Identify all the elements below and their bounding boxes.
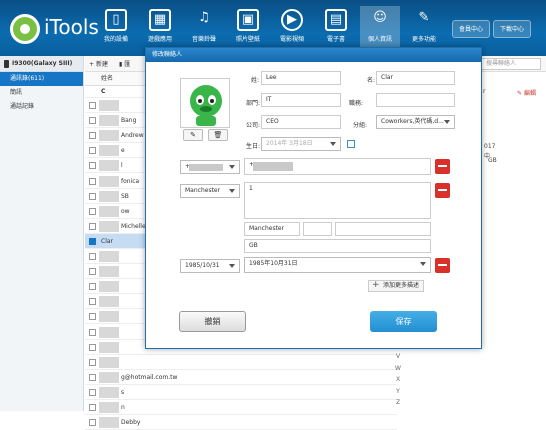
contact-name: l [121,162,123,170]
row-checkbox[interactable] [89,358,96,366]
music-note-icon: ♫ [198,10,210,25]
address-type-select[interactable]: Manchester [180,184,240,198]
edit-button[interactable]: ✎ 編輯 [517,88,536,97]
birthday-picker[interactable]: 2014年 3月18日 [261,137,341,151]
row-checkbox[interactable] [89,177,96,185]
contact-name: e [121,147,125,155]
apps-grid-icon: ▦ [149,9,171,31]
edit-avatar-icon[interactable]: ✎ [183,129,203,141]
edit-contact-dialog: 修改聯絡人 ✎ 🗑 姓: Lee 名: Clar 部門: IT 職務: 公司: … [145,47,482,349]
sidebar: I9300(Galaxy SIII) 通訊錄(611) 簡訊 通話記錄 [0,56,84,411]
contact-name: Clar [101,237,113,245]
device-name[interactable]: I9300(Galaxy SIII) [0,56,83,72]
phone-icon: ▯ [105,9,127,31]
row-checkbox[interactable] [89,328,96,336]
dialog-title: 修改聯絡人 [146,48,481,62]
brand-name: iTools [44,15,99,39]
contact-name: Andrew [121,132,144,140]
contact-row[interactable] [85,355,397,370]
date-value-picker[interactable]: 1985年10月31日 [244,257,431,273]
image-icon: ▣ [237,9,259,31]
address-street-field[interactable]: 1 [244,182,431,219]
sidebar-item-contacts[interactable]: 通訊錄(611) [0,72,83,86]
search-input[interactable]: 搜尋聯絡人 [481,58,541,70]
contact-avatar[interactable] [180,78,230,128]
contact-name: n [121,404,125,411]
address-region-field[interactable] [303,222,332,236]
contact-row[interactable]: Debby [85,415,397,430]
row-checkbox[interactable] [89,388,96,396]
row-checkbox[interactable] [89,298,96,306]
contact-name: Debby [121,419,141,427]
row-checkbox[interactable] [89,102,96,109]
birthday-checkbox[interactable] [347,140,355,148]
contact-row[interactable]: n [85,400,397,415]
row-checkbox[interactable] [89,117,96,125]
row-checkbox[interactable] [89,222,96,230]
address-postcode-field[interactable] [335,222,431,236]
row-checkbox[interactable] [89,373,96,381]
contact-name: s [121,388,125,396]
sidebar-item-sms[interactable]: 簡訊 [0,86,83,100]
nav-my-device[interactable]: ▯ 我的設備 [96,6,136,54]
company-field[interactable]: CEO [261,115,341,129]
contact-row[interactable]: s [85,385,397,400]
last-name-field[interactable]: Lee [261,71,341,85]
remove-phone-button[interactable] [435,159,450,174]
book-icon: ▤ [325,9,347,31]
remove-date-button[interactable] [435,258,450,273]
contact-name: ow [121,207,130,215]
row-checkbox[interactable] [89,237,96,245]
row-checkbox[interactable] [89,192,96,200]
row-checkbox[interactable] [89,313,96,321]
contact-name: SB [121,192,129,200]
add-more-button[interactable]: 添加更多描述 [368,280,425,292]
play-icon: ▶ [281,9,303,31]
wrench-icon: ✎ [418,10,430,25]
member-center-button[interactable]: 會員中心 [452,20,491,38]
import-button[interactable]: ▮ 匯 [119,59,130,68]
row-checkbox[interactable] [89,162,96,170]
delete-avatar-icon[interactable]: 🗑 [208,129,228,141]
row-checkbox[interactable] [89,268,96,276]
date-type-select[interactable]: 1985/10/31 [180,259,240,273]
row-checkbox[interactable] [89,283,96,291]
itools-logo-icon [10,14,40,44]
contact-name: Bang [121,117,137,125]
alphabet-index-letter[interactable]: V [393,353,403,360]
alphabet-index-letter[interactable]: Y [393,388,403,395]
row-checkbox[interactable] [89,404,96,411]
job-title-field[interactable] [376,93,455,107]
alphabet-index-letter[interactable]: X [393,376,403,383]
row-checkbox[interactable] [89,147,96,155]
contact-name: Michelle [121,222,146,230]
alphabet-index-letter[interactable]: W [393,365,403,372]
alphabet-index-letter[interactable]: Z [393,399,403,406]
row-checkbox[interactable] [89,207,96,215]
sidebar-item-call-log[interactable]: 通話記錄 [0,100,83,114]
person-icon: ☺ [373,10,387,25]
phone-number-field[interactable]: + [244,158,431,175]
phone-type-select[interactable]: + [180,160,240,174]
download-center-button[interactable]: 下載中心 [493,20,532,38]
address-city-field[interactable]: Manchester [244,222,300,236]
department-field[interactable]: IT [261,93,341,107]
contact-name: fonica [121,177,140,185]
contact-row[interactable]: g@hotmail.com.tw [85,370,397,385]
group-select[interactable]: Coworkers,英代碼,d... [376,115,455,129]
row-checkbox[interactable] [89,253,96,260]
remove-address-button[interactable] [435,183,450,198]
row-checkbox[interactable] [89,132,96,140]
contact-name: g@hotmail.com.tw [121,373,178,381]
row-checkbox[interactable] [89,343,96,351]
save-button[interactable]: 保存 [370,311,437,332]
cancel-button[interactable]: 撤銷 [179,311,246,332]
address-country-field[interactable]: GB [244,239,431,253]
first-name-field[interactable]: Clar [376,71,455,85]
row-checkbox[interactable] [89,419,96,427]
new-contact-button[interactable]: + 新建 [89,59,108,68]
